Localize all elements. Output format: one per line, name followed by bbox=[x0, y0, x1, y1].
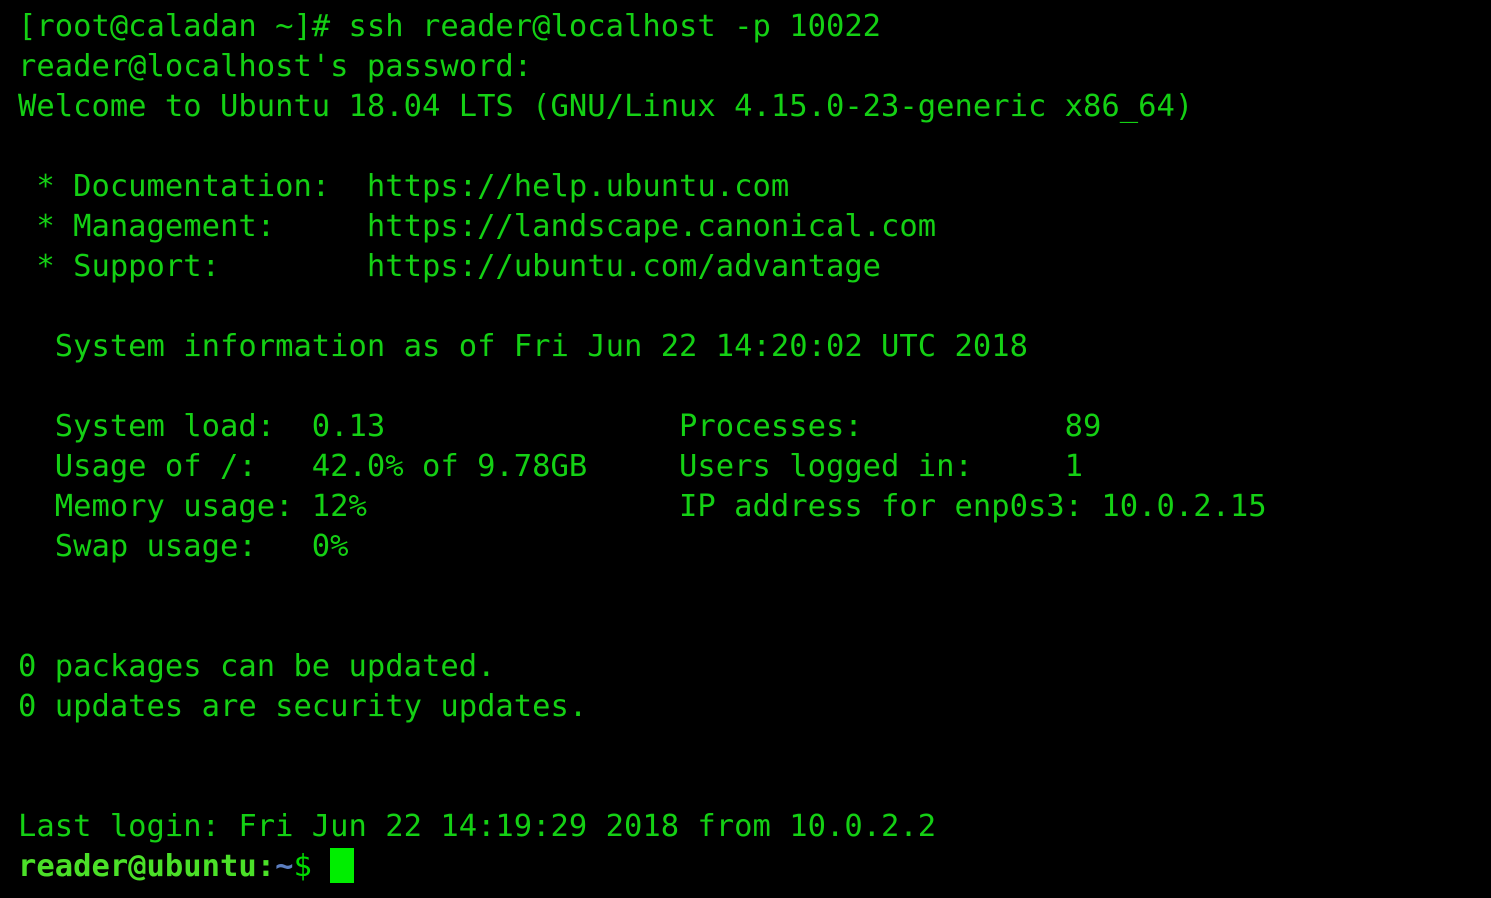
terminal-line-command: [root@caladan ~]# ssh reader@localhost -… bbox=[18, 7, 1491, 47]
terminal-line-last-login: Last login: Fri Jun 22 14:19:29 2018 fro… bbox=[18, 809, 937, 844]
prompt-colon: : bbox=[256, 849, 276, 884]
terminal-line-prompt[interactable]: reader@ubuntu:~$ bbox=[18, 847, 1491, 887]
terminal-line-documentation: * Documentation: https://help.ubuntu.com bbox=[18, 169, 790, 204]
terminal-line-sysinfo-swap: Swap usage: 0% bbox=[18, 529, 349, 564]
prompt-path: ~ bbox=[275, 849, 294, 884]
terminal-line-sysinfo-usage: Usage of /: 42.0% of 9.78GB Users logged… bbox=[18, 449, 1084, 484]
ssh-command-text: ssh reader@localhost -p 10022 bbox=[330, 9, 882, 44]
terminal-line-sysinfo-load: System load: 0.13 Processes: 89 bbox=[18, 409, 1102, 444]
prompt-sigil: $ bbox=[293, 849, 312, 884]
terminal-line-welcome: Welcome to Ubuntu 18.04 LTS (GNU/Linux 4… bbox=[18, 89, 1194, 124]
terminal-line-sysinfo-header: System information as of Fri Jun 22 14:2… bbox=[18, 329, 1028, 364]
prompt-user-host: reader@ubuntu bbox=[18, 849, 257, 884]
local-shell-prompt: [root@caladan ~]# bbox=[18, 9, 331, 44]
terminal-line-support: * Support: https://ubuntu.com/advantage bbox=[18, 249, 882, 284]
terminal-line-password-prompt: reader@localhost's password: bbox=[18, 49, 533, 84]
terminal-line-management: * Management: https://landscape.canonica… bbox=[18, 209, 937, 244]
terminal-window[interactable]: [root@caladan ~]# ssh reader@localhost -… bbox=[0, 0, 1491, 898]
terminal-line-packages: 0 packages can be updated. bbox=[18, 649, 496, 684]
text-cursor[interactable] bbox=[330, 848, 355, 883]
terminal-screen: [root@caladan ~]# ssh reader@localhost -… bbox=[18, 7, 1491, 887]
terminal-line-security-updates: 0 updates are security updates. bbox=[18, 689, 588, 724]
terminal-line-sysinfo-memory: Memory usage: 12% IP address for enp0s3:… bbox=[18, 489, 1267, 524]
